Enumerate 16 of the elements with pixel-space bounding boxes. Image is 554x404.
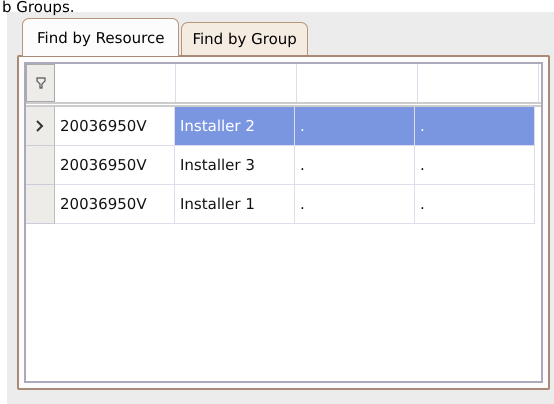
table-cell: . bbox=[295, 107, 415, 146]
table-cell: 20036950V bbox=[55, 146, 175, 185]
table-cell: Installer 3 bbox=[175, 146, 295, 185]
row-pointer-icon bbox=[36, 120, 44, 132]
tab[interactable]: Find by Resource bbox=[22, 18, 180, 56]
table-cell: . bbox=[295, 185, 415, 224]
table-cell: . bbox=[415, 107, 535, 146]
tab[interactable]: Find by Group bbox=[181, 22, 308, 55]
table-cell: Installer 2 bbox=[175, 107, 295, 146]
table-cell: . bbox=[295, 146, 415, 185]
table-cell: . bbox=[415, 185, 535, 224]
row-selector[interactable] bbox=[26, 107, 55, 146]
table-cell: 20036950V bbox=[55, 185, 175, 224]
filter-icon[interactable] bbox=[36, 76, 46, 90]
table-cell: . bbox=[415, 146, 535, 185]
table-cell: Installer 1 bbox=[175, 185, 295, 224]
